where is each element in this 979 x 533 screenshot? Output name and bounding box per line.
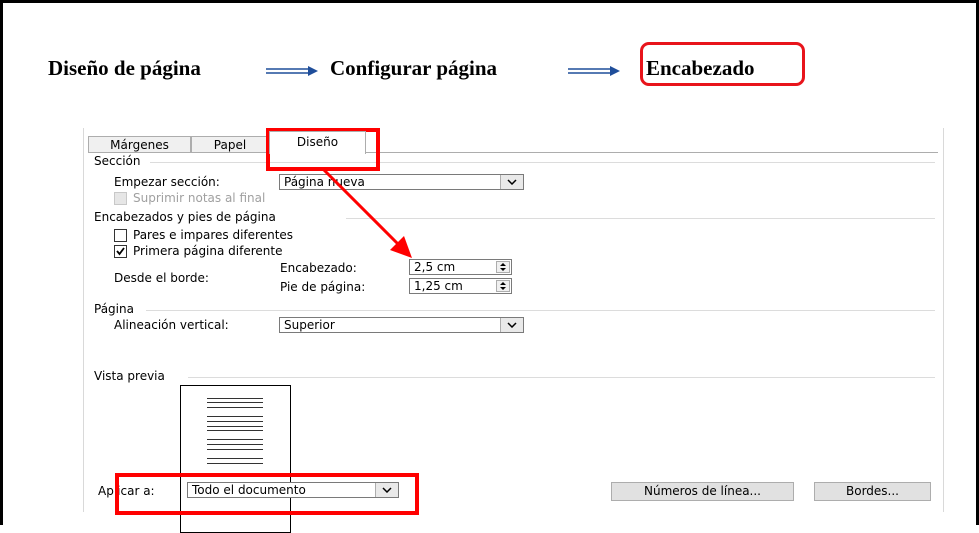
- group-label-vista-previa: Vista previa: [94, 369, 165, 383]
- desde-borde-label: Desde el borde:: [114, 271, 209, 285]
- group-divider: [346, 218, 935, 219]
- encabezado-distance-input[interactable]: 2,5 cm: [409, 259, 512, 275]
- red-arrow-icon: [321, 167, 412, 258]
- pares-impares-label: Pares e impares diferentes: [133, 228, 294, 242]
- checkmark-icon: [116, 247, 125, 256]
- suprimir-notas-checkbox[interactable]: [114, 192, 127, 205]
- pie-pagina-value: 1,25 cm: [414, 279, 463, 293]
- tab-margenes[interactable]: Márgenes: [88, 136, 191, 153]
- group-divider: [146, 310, 935, 311]
- page-setup-dialog: Márgenes Papel Diseño Sección Empezar se…: [83, 128, 944, 533]
- step-diseno-pagina: Diseño de página: [48, 56, 201, 80]
- step-configurar-pagina: Configurar página: [330, 56, 498, 80]
- chevron-down-icon[interactable]: [500, 318, 523, 332]
- spin-updown-icon[interactable]: [496, 261, 510, 273]
- right-arrow-icon: [568, 66, 620, 76]
- group-label-pagina: Página: [94, 302, 134, 316]
- group-label-seccion: Sección: [94, 154, 141, 168]
- empezar-seccion-label: Empezar sección:: [114, 175, 220, 189]
- tab-divider: [88, 152, 938, 153]
- pie-pagina-distance-input[interactable]: 1,25 cm: [409, 278, 512, 294]
- primera-pagina-checkbox[interactable]: [114, 245, 127, 258]
- tab-diseno[interactable]: Diseño: [269, 131, 366, 154]
- primera-pagina-label: Primera página diferente: [133, 244, 283, 258]
- alineacion-vertical-value: Superior: [284, 318, 335, 332]
- alineacion-vertical-select[interactable]: Superior: [279, 317, 524, 333]
- suprimir-notas-label: Suprimir notas al final: [133, 191, 266, 205]
- aplicar-a-highlight-box: [115, 473, 419, 515]
- group-label-encabezados: Encabezados y pies de página: [94, 210, 276, 224]
- pie-pagina-label: Pie de página:: [280, 280, 366, 294]
- right-arrow-icon: [266, 66, 318, 76]
- alineacion-vertical-label: Alineación vertical:: [114, 318, 229, 332]
- encabezado-highlight-box: [640, 42, 805, 86]
- encabezado-value: 2,5 cm: [414, 260, 456, 274]
- bordes-button[interactable]: Bordes...: [814, 482, 931, 501]
- pares-impares-checkbox[interactable]: [114, 229, 127, 242]
- chevron-down-icon[interactable]: [500, 175, 523, 189]
- spin-updown-icon[interactable]: [496, 280, 510, 292]
- numeros-de-linea-button[interactable]: Números de línea...: [611, 482, 794, 501]
- tab-papel[interactable]: Papel: [191, 136, 269, 153]
- group-divider: [188, 377, 935, 378]
